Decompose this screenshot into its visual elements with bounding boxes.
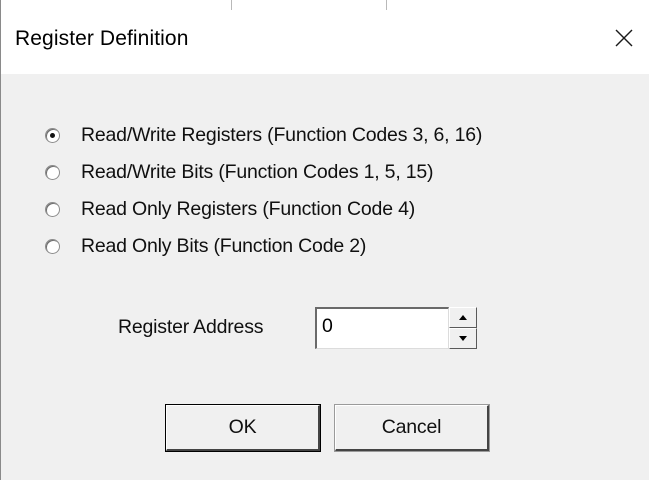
radio-button[interactable] [45, 201, 60, 217]
close-icon [615, 29, 633, 47]
radio-option-read-write-bits[interactable]: Read/Write Bits (Function Codes 1, 5, 15… [45, 158, 434, 186]
register-definition-dialog: Register Definition Read/Write Registers… [0, 0, 649, 480]
close-button[interactable] [604, 18, 644, 58]
register-address-spinner [449, 307, 477, 349]
ok-button[interactable]: OK [165, 404, 321, 452]
radio-option-read-only-bits[interactable]: Read Only Bits (Function Code 2) [45, 232, 366, 260]
radio-button[interactable] [45, 164, 60, 180]
spin-up-button[interactable] [449, 307, 477, 328]
radio-button[interactable] [45, 238, 60, 254]
radio-label: Read/Write Registers (Function Codes 3, … [81, 123, 483, 146]
radio-button[interactable] [45, 127, 60, 143]
dialog-body: Read/Write Registers (Function Codes 3, … [1, 74, 649, 480]
arrow-down-icon [459, 336, 467, 341]
dialog-title: Register Definition [15, 27, 189, 50]
background-divider [386, 0, 387, 10]
register-address-input[interactable]: 0 [315, 307, 449, 349]
arrow-up-icon [459, 315, 467, 320]
cancel-button[interactable]: Cancel [335, 405, 489, 451]
background-divider [231, 0, 232, 10]
radio-label: Read Only Registers (Function Code 4) [81, 197, 416, 220]
radio-label: Read Only Bits (Function Code 2) [81, 234, 367, 257]
radio-option-read-only-registers[interactable]: Read Only Registers (Function Code 4) [45, 195, 415, 223]
radio-label: Read/Write Bits (Function Codes 1, 5, 15… [81, 160, 434, 183]
radio-dot-icon [50, 132, 55, 138]
register-address-label: Register Address [118, 316, 264, 338]
background-strip [1, 0, 649, 10]
radio-option-read-write-registers[interactable]: Read/Write Registers (Function Codes 3, … [45, 121, 482, 149]
title-bar: Register Definition [1, 10, 649, 74]
spin-down-button[interactable] [449, 328, 477, 349]
